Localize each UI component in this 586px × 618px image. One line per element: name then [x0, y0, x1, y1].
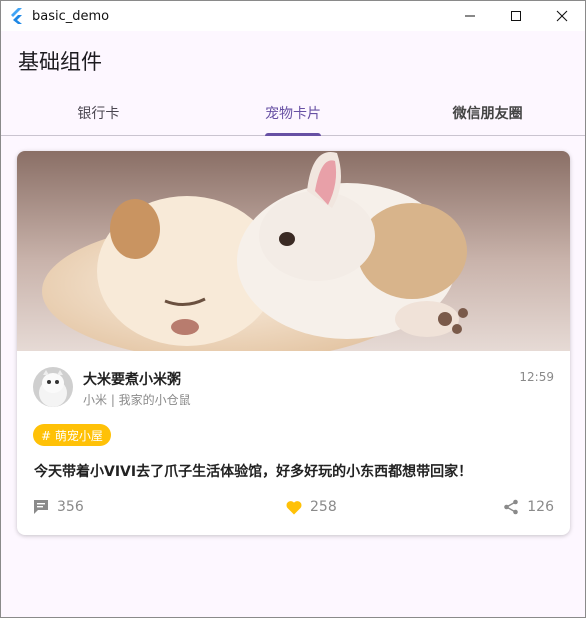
author-row: 大米要煮小米粥 小米 | 我家的小仓鼠 12:59 — [33, 367, 554, 409]
pet-card[interactable]: 大米要煮小米粥 小米 | 我家的小仓鼠 12:59 # 萌宠小屋 今天带着小VI… — [17, 151, 570, 535]
tab-bank-card[interactable]: 银行卡 — [1, 91, 196, 135]
app-window: basic_demo 基础组件 银行卡 宠物卡片 微信朋友圈 大米要煮小米粥 小… — [0, 0, 586, 618]
cat-avatar-image — [33, 367, 73, 407]
post-time: 12:59 — [519, 370, 554, 384]
action-bar: 356 258 126 — [33, 499, 554, 521]
comment-count: 356 — [57, 499, 84, 515]
maximize-icon — [511, 11, 521, 21]
flutter-logo-icon — [11, 8, 22, 24]
tab-indicator — [265, 133, 321, 136]
app-bar: 基础组件 — [1, 31, 585, 91]
title-bar: basic_demo — [1, 1, 585, 31]
author-subtitle: 小米 | 我家的小仓鼠 — [83, 393, 191, 407]
window-title: basic_demo — [32, 8, 110, 24]
share-count: 126 — [527, 499, 554, 515]
share-button[interactable]: 126 — [503, 499, 554, 515]
close-icon — [556, 10, 568, 22]
tab-label: 银行卡 — [77, 106, 120, 122]
comment-button[interactable]: 356 — [33, 499, 84, 515]
author-name: 大米要煮小米粥 — [83, 372, 181, 388]
minimize-icon — [465, 15, 475, 17]
like-count: 258 — [310, 499, 337, 515]
comment-icon — [34, 500, 48, 514]
tab-label: 宠物卡片 — [265, 106, 321, 122]
post-content: 今天带着小VIVI去了爪子生活体验馆，好多好玩的小东西都想带回家！ — [34, 464, 473, 480]
share-icon — [504, 499, 519, 515]
maximize-button[interactable] — [493, 1, 539, 31]
tab-bar: 银行卡 宠物卡片 微信朋友圈 — [1, 91, 585, 136]
minimize-button[interactable] — [447, 1, 493, 31]
avatar[interactable] — [33, 367, 73, 407]
close-button[interactable] — [539, 1, 585, 31]
tab-label: 微信朋友圈 — [452, 106, 523, 122]
topic-tag[interactable]: # 萌宠小屋 — [33, 424, 111, 446]
page-title: 基础组件 — [18, 50, 102, 74]
tab-wechat-moments[interactable]: 微信朋友圈 — [390, 91, 585, 135]
like-button[interactable]: 258 — [286, 499, 337, 515]
heart-icon — [286, 500, 302, 514]
tab-pet-card[interactable]: 宠物卡片 — [196, 91, 391, 136]
pet-photo — [17, 151, 570, 351]
